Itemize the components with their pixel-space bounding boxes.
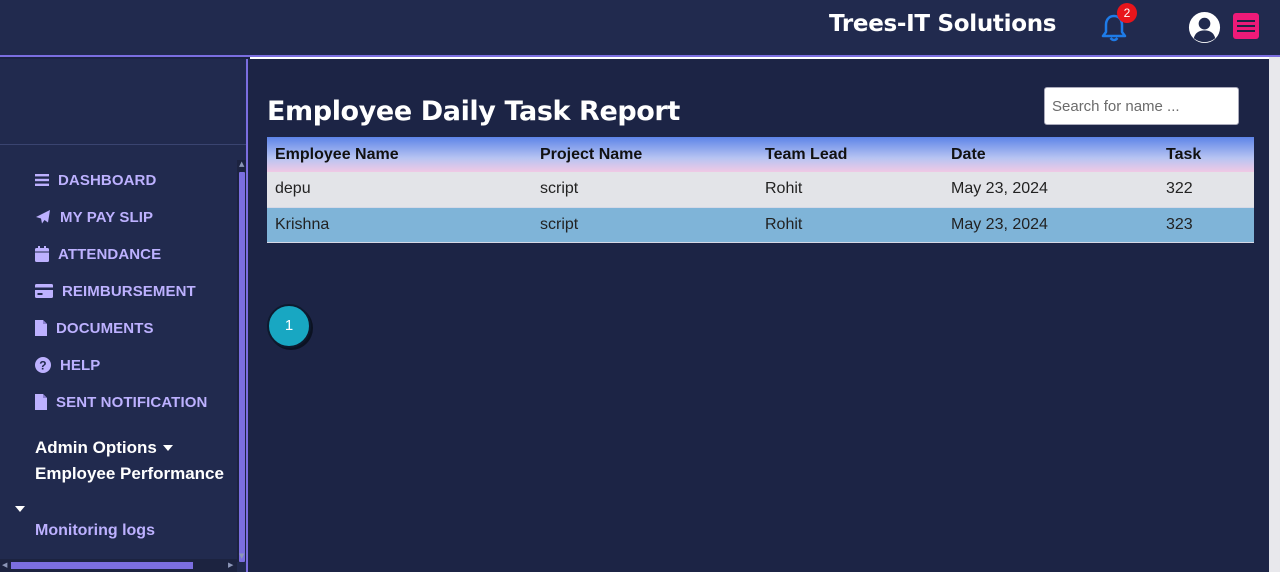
column-header-employee-name: Employee Name xyxy=(275,145,399,163)
scroll-left-arrow-icon[interactable]: ◀ xyxy=(2,561,7,569)
svg-text:?: ? xyxy=(39,359,46,373)
cell-employee-name: Krishna xyxy=(275,215,330,233)
cell-team-lead: Rohit xyxy=(765,215,803,233)
task-report-table: Employee Name Project Name Team Lead Dat… xyxy=(267,137,1254,243)
sidebar-item-label: REIMBURSEMENT xyxy=(62,282,196,300)
sidebar-item-reimbursement[interactable]: REIMBURSEMENT xyxy=(35,280,196,302)
sidebar-item-monitoring-logs[interactable]: Monitoring logs xyxy=(35,522,155,540)
cell-task: 322 xyxy=(1166,180,1193,198)
calendar-icon xyxy=(35,246,49,262)
table-header-row: Employee Name Project Name Team Lead Dat… xyxy=(267,137,1254,172)
table-row[interactable]: Krishna script Rohit May 23, 2024 323 xyxy=(267,207,1254,242)
admin-options-label: Admin Options xyxy=(35,438,157,457)
credit-card-icon xyxy=(35,284,53,298)
hamburger-line xyxy=(1237,25,1255,27)
scroll-down-arrow-icon[interactable]: ▼ xyxy=(239,552,244,560)
caret-down-shape xyxy=(15,506,25,512)
scroll-right-arrow-icon[interactable]: ▶ xyxy=(228,561,233,569)
document-icon xyxy=(35,394,47,410)
column-header-task: Task xyxy=(1166,145,1202,163)
employee-performance-label: Employee Performance xyxy=(35,464,224,483)
sidebar-horizontal-scrollbar[interactable]: ◀ ▶ xyxy=(0,559,237,572)
content-top-border xyxy=(250,57,1269,59)
document-icon xyxy=(35,320,47,336)
hamburger-line xyxy=(1237,20,1255,22)
table-row[interactable]: depu script Rohit May 23, 2024 322 xyxy=(267,172,1254,207)
notification-badge: 2 xyxy=(1117,3,1137,23)
search-input[interactable] xyxy=(1044,87,1239,125)
sidebar-item-attendance[interactable]: ATTENDANCE xyxy=(35,243,161,265)
column-header-project-name: Project Name xyxy=(540,145,643,163)
sidebar: DASHBOARD MY PAY SLIP ATTENDANCE REIMBUR… xyxy=(0,59,248,572)
sidebar-item-sent-notification[interactable]: SENT NOTIFICATION xyxy=(35,391,207,413)
sidebar-item-my-pay-slip[interactable]: MY PAY SLIP xyxy=(35,206,153,228)
hamburger-menu-button[interactable] xyxy=(1233,13,1259,39)
scrollbar-thumb[interactable] xyxy=(11,562,193,569)
admin-options-toggle[interactable]: Admin Options xyxy=(35,438,173,458)
sidebar-item-label: HELP xyxy=(60,356,101,374)
scroll-up-arrow-icon[interactable]: ▲ xyxy=(239,160,244,168)
page-vertical-scrollbar[interactable] xyxy=(1269,57,1280,572)
cell-date: May 23, 2024 xyxy=(951,180,1048,198)
sidebar-item-dashboard[interactable]: DASHBOARD xyxy=(35,169,156,191)
caret-down-icon[interactable] xyxy=(15,497,25,516)
hamburger-line xyxy=(1237,30,1255,32)
top-navbar: Trees-IT Solutions 2 xyxy=(0,0,1280,57)
user-avatar-icon[interactable] xyxy=(1187,10,1222,45)
sidebar-item-label: DASHBOARD xyxy=(58,171,157,189)
cell-date: May 23, 2024 xyxy=(951,215,1048,233)
sidebar-item-help[interactable]: ? HELP xyxy=(35,354,100,376)
page-title: Employee Daily Task Report xyxy=(267,96,680,127)
sidebar-item-label: MY PAY SLIP xyxy=(60,208,154,226)
employee-performance-toggle[interactable]: Employee Performance xyxy=(35,464,224,484)
sidebar-logo-area xyxy=(0,59,246,145)
cell-project-name: script xyxy=(540,180,579,198)
sidebar-item-label: DOCUMENTS xyxy=(56,319,154,337)
cell-team-lead: Rohit xyxy=(765,180,803,198)
column-header-team-lead: Team Lead xyxy=(765,145,848,163)
sidebar-item-label: ATTENDANCE xyxy=(58,245,162,263)
list-icon xyxy=(35,174,49,186)
pagination-page-button[interactable]: 1 xyxy=(267,304,311,348)
sidebar-vertical-scrollbar[interactable]: ▲ ▼ xyxy=(237,160,246,562)
sidebar-item-documents[interactable]: DOCUMENTS xyxy=(35,317,154,339)
cell-project-name: script xyxy=(540,215,579,233)
column-header-date: Date xyxy=(951,145,986,163)
scrollbar-thumb[interactable] xyxy=(239,172,245,562)
cell-employee-name: depu xyxy=(275,180,311,198)
cell-task: 323 xyxy=(1166,215,1193,233)
caret-down-icon xyxy=(162,445,173,451)
question-circle-icon: ? xyxy=(35,357,51,373)
brand-title: Trees-IT Solutions xyxy=(829,11,1057,37)
sidebar-item-label: SENT NOTIFICATION xyxy=(56,393,208,411)
paper-plane-icon xyxy=(36,210,50,224)
